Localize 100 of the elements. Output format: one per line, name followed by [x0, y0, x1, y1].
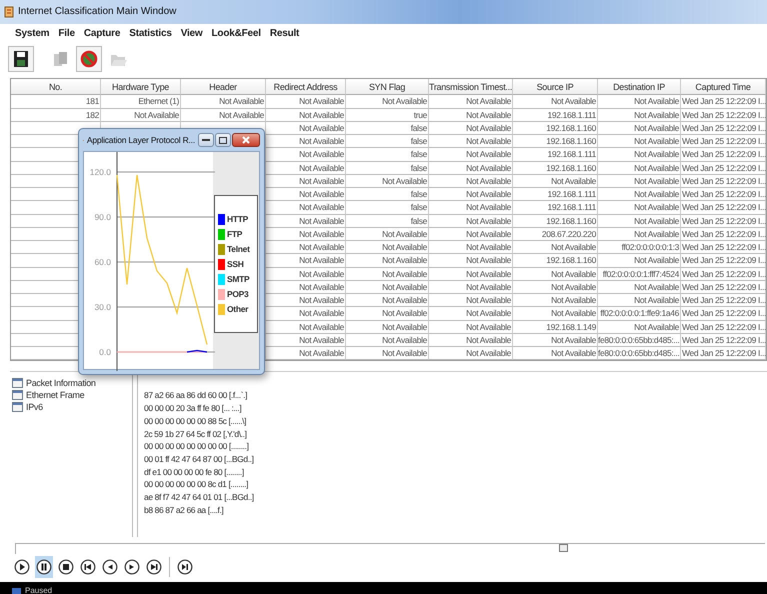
table-cell: false	[346, 214, 429, 228]
table-cell: Not Available	[429, 334, 513, 348]
menu-item[interactable]: Statistics	[129, 28, 172, 39]
stop-capture-button[interactable]	[76, 46, 102, 72]
table-cell: Wed Jan 25 12:22:09 I...	[681, 228, 766, 242]
menu-item[interactable]: File	[58, 28, 75, 39]
pause-icon	[36, 559, 52, 576]
table-cell: Not Available	[598, 320, 681, 334]
table-cell: Not Available	[429, 108, 513, 122]
hex-line: ae 8f f7 42 47 64 01 01 [...BGd..]	[144, 491, 254, 504]
table-cell: Wed Jan 25 12:22:09 I...	[681, 174, 766, 188]
table-cell: Not Available	[266, 347, 346, 360]
column-header[interactable]: Hardware Type	[101, 79, 181, 96]
table-cell: Not Available	[266, 334, 346, 348]
table-cell: Not Available	[346, 307, 429, 321]
table-cell: Wed Jan 25 12:22:09 I...	[681, 135, 766, 148]
table-cell: Not Available	[101, 108, 181, 122]
forward-icon	[124, 559, 140, 576]
table-cell: Not Available	[346, 174, 429, 188]
hex-line: b8 86 87 a2 66 aa [....f.]	[144, 504, 224, 516]
table-cell: Wed Jan 25 12:22:09 I...	[681, 188, 766, 202]
close-button[interactable]	[232, 133, 260, 147]
table-cell: Not Available	[598, 294, 681, 308]
close-icon	[242, 136, 250, 144]
table-cell: false	[346, 162, 429, 175]
pause-button[interactable]	[35, 556, 53, 578]
table-cell: Not Available	[598, 162, 681, 175]
table-cell: 192.168.1.160	[513, 162, 598, 175]
table-cell: Not Available	[429, 122, 513, 136]
table-cell: Not Available	[266, 320, 346, 334]
table-cell: Not Available	[346, 294, 429, 308]
status-text: Paused	[25, 587, 52, 594]
column-header[interactable]: Redirect Address	[266, 79, 346, 96]
table-cell: Not Available	[346, 334, 429, 348]
legend-label: POP3	[227, 289, 248, 299]
table-cell: Wed Jan 25 12:22:09 I...	[681, 307, 766, 321]
table-cell: Not Available	[429, 347, 513, 360]
table-cell: Not Available	[346, 254, 429, 268]
table-cell: Wed Jan 25 12:22:09 I...	[681, 294, 766, 308]
table-cell: Not Available	[513, 334, 598, 348]
table-cell: Not Available	[513, 95, 598, 109]
table-cell: false	[346, 201, 429, 215]
node-icon	[12, 402, 23, 412]
menu-item[interactable]: System	[15, 28, 50, 39]
table-cell: Not Available	[598, 148, 681, 162]
table-cell: Wed Jan 25 12:22:09 I...	[681, 95, 766, 109]
seek-handle[interactable]	[558, 544, 568, 552]
menu-item[interactable]: Look&Feel	[212, 28, 261, 39]
table-cell: Not Available	[346, 268, 429, 281]
save-button[interactable]	[8, 46, 34, 72]
tick-label: 120.0	[90, 167, 111, 177]
table-cell: Not Available	[266, 268, 346, 281]
table-cell: Not Available	[346, 347, 429, 360]
table-cell: Not Available	[598, 228, 681, 242]
table-cell: 192.168.1.111	[513, 201, 598, 215]
tree-item[interactable]: Ethernet Frame	[10, 390, 132, 400]
table-cell: Not Available	[266, 254, 346, 268]
table-cell: Not Available	[266, 307, 346, 321]
table-cell: Not Available	[181, 95, 266, 109]
column-header[interactable]: SYN Flag	[346, 79, 429, 96]
menu-item[interactable]: View	[180, 28, 202, 39]
tree-item[interactable]: IPv6	[10, 402, 132, 412]
table-cell: Not Available	[346, 280, 429, 294]
table-cell: fe80:0:0:0:65bb:d485:...	[598, 347, 681, 360]
table-cell: Not Available	[346, 95, 429, 109]
column-header[interactable]: Header	[181, 79, 266, 96]
tick-label: 90.0	[94, 212, 111, 222]
column-header[interactable]: Source IP	[513, 79, 598, 96]
hex-line: 00 00 00 20 3a ff fe 80 [... :...]	[144, 402, 242, 415]
table-cell: 192.168.1.160	[513, 254, 598, 268]
maximize-button[interactable]	[215, 133, 231, 147]
table-cell: Not Available	[181, 108, 266, 122]
table-cell: false	[346, 148, 429, 162]
menu-item[interactable]: Capture	[84, 28, 120, 39]
back-icon	[102, 559, 118, 576]
table-cell: Wed Jan 25 12:22:09 I...	[681, 241, 766, 254]
table-cell: Wed Jan 25 12:22:09 I...	[681, 201, 766, 215]
menu-item[interactable]: Result	[270, 28, 300, 39]
node-icon	[12, 378, 23, 388]
table-cell: Not Available	[429, 162, 513, 175]
tick-label: 30.0	[94, 302, 111, 312]
column-header[interactable]: Captured Time	[681, 79, 766, 96]
legend-label: Other	[227, 304, 248, 314]
tree-item[interactable]: Packet Information	[10, 378, 132, 388]
table-cell: Not Available	[598, 280, 681, 294]
table-cell: 192.168.1.111	[513, 148, 598, 162]
hex-line: 87 a2 66 aa 86 dd 60 00 [.f...`.]	[144, 389, 248, 402]
legend-label: SMTP	[227, 274, 250, 284]
table-cell: Not Available	[429, 280, 513, 294]
legend-label: FTP	[227, 229, 242, 239]
table-cell: ff02:0:0:0:0:0:1:3	[598, 241, 681, 254]
column-header[interactable]: No.	[11, 79, 101, 96]
table-cell: Not Available	[598, 188, 681, 202]
minimize-button[interactable]	[198, 133, 214, 147]
column-header[interactable]: Destination IP	[598, 79, 681, 96]
table-cell: 192.168.1.160	[513, 122, 598, 136]
table-cell: Wed Jan 25 12:22:09 I...	[681, 122, 766, 136]
column-header[interactable]: Transmission Timest...	[429, 79, 513, 96]
table-cell: Not Available	[598, 201, 681, 215]
table-cell: Not Available	[513, 241, 598, 254]
